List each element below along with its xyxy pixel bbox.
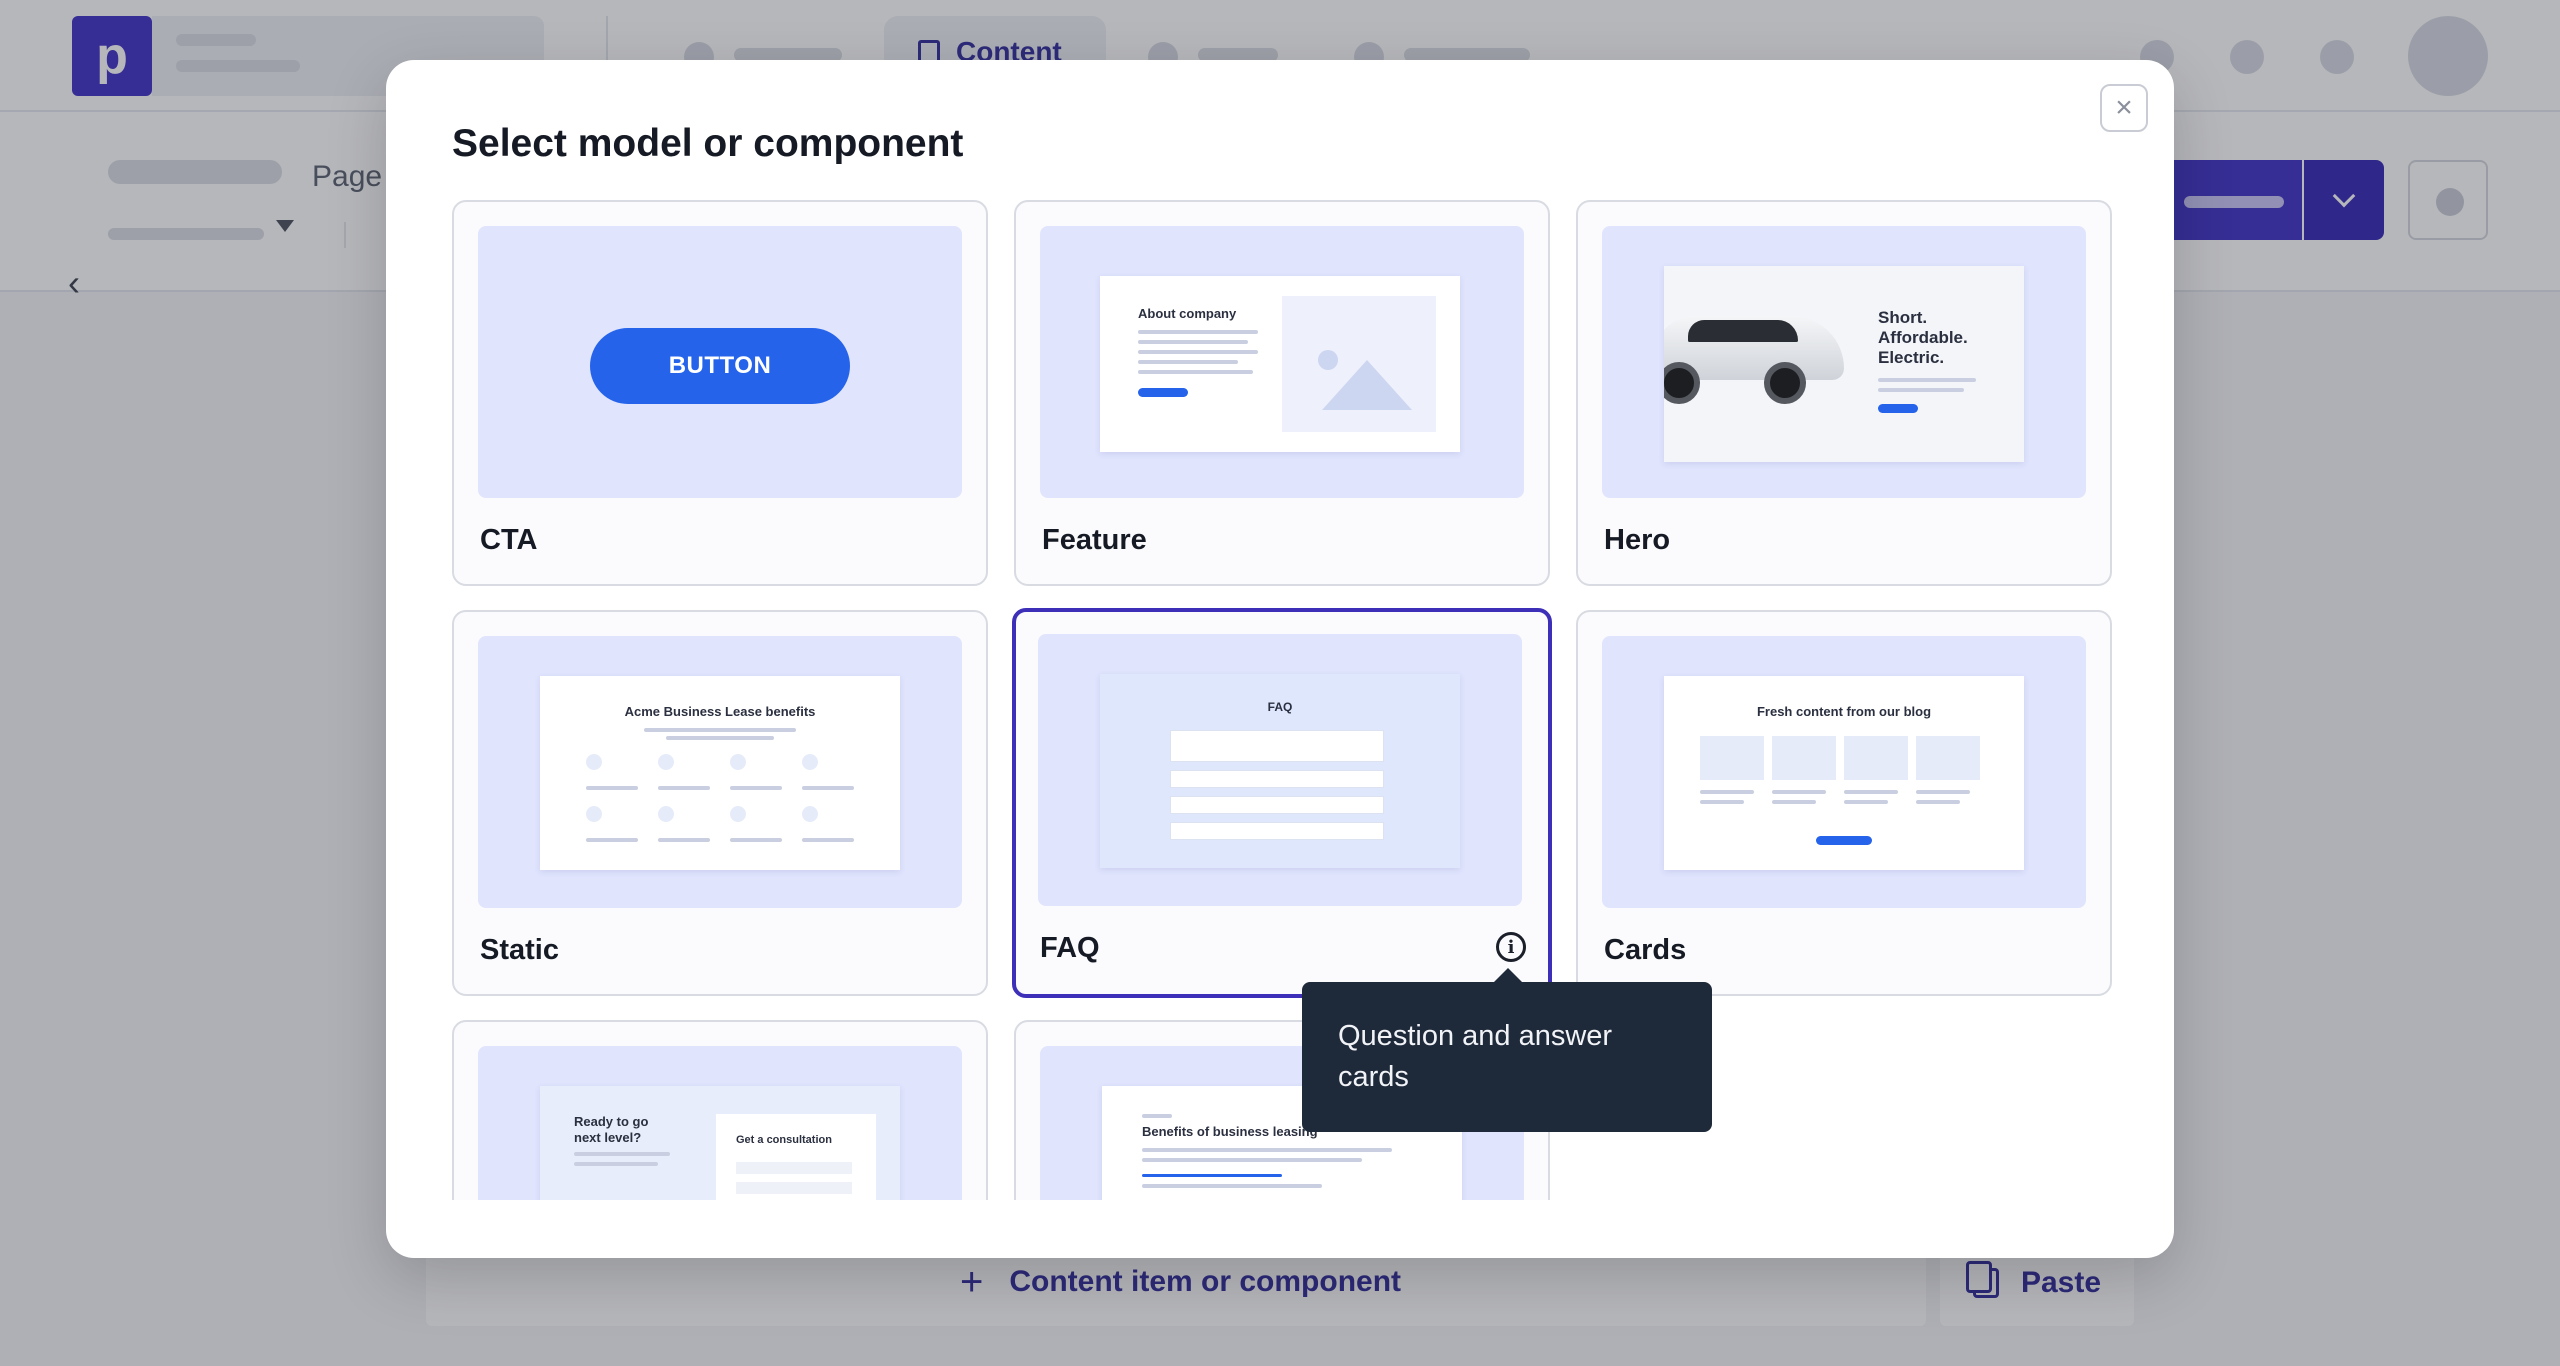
card-label: Feature — [1042, 524, 1147, 556]
preview-page: Short. Affordable. Electric. — [1664, 266, 2024, 462]
card-label: Hero — [1604, 524, 1671, 556]
hero-heading: Short. Affordable. Electric. — [1878, 308, 1968, 367]
preview-page: Ready to go next level? Get a consultati… — [540, 1086, 900, 1200]
close-icon: × — [2115, 91, 2133, 124]
card-label: Static — [480, 934, 559, 966]
card-label: FAQ — [1040, 932, 1100, 964]
preview-page: About company — [1100, 276, 1460, 452]
hero-preview: Short. Affordable. Electric. — [1602, 226, 2086, 498]
select-model-dialog: Select model or component × BUTTON CTA A… — [386, 60, 2174, 1258]
preview-heading: FAQ — [1267, 700, 1293, 714]
preview-page: Acme Business Lease benefits — [540, 676, 900, 870]
cta-preview: BUTTON — [478, 226, 962, 498]
info-icon[interactable]: i — [1496, 932, 1526, 962]
component-card-static[interactable]: Acme Business Lease benefits Static — [452, 610, 988, 996]
preview-heading: Benefits of business leasing — [1142, 1124, 1318, 1139]
preview-page: Fresh content from our blog — [1664, 676, 2024, 870]
preview-heading: Fresh content from our blog — [1756, 704, 1932, 719]
preview-page: FAQ — [1100, 674, 1460, 868]
cta-preview-button: BUTTON — [590, 328, 850, 404]
component-card-faq[interactable]: FAQ FAQ i — [1012, 608, 1552, 998]
card-label: Cards — [1604, 934, 1687, 966]
tooltip: Question and answer cards — [1302, 968, 1712, 1132]
close-button[interactable]: × — [2100, 84, 2148, 132]
preview-heading: Ready to go next level? — [574, 1114, 649, 1145]
component-card-hero[interactable]: Short. Affordable. Electric. Hero — [1576, 200, 2112, 586]
component-card-feature[interactable]: About company Feature — [1014, 200, 1550, 586]
card-label: CTA — [480, 524, 538, 556]
faq-preview: FAQ — [1038, 634, 1522, 906]
static-preview: Acme Business Lease benefits — [478, 636, 962, 908]
component-card-cta[interactable]: BUTTON CTA — [452, 200, 988, 586]
image-placeholder-icon — [1282, 296, 1436, 432]
component-card-contact[interactable]: Ready to go next level? Get a consultati… — [452, 1020, 988, 1200]
tooltip-text: Question and answer cards — [1338, 1020, 1613, 1093]
component-card-cards[interactable]: Fresh content from our blog Cards — [1576, 610, 2112, 996]
feature-preview: About company — [1040, 226, 1524, 498]
preview-heading: About company — [1138, 306, 1237, 321]
cards-preview: Fresh content from our blog — [1602, 636, 2086, 908]
preview-form-title: Get a consultation — [736, 1134, 832, 1146]
contact-preview: Ready to go next level? Get a consultati… — [478, 1046, 962, 1200]
dialog-title: Select model or component — [452, 122, 964, 165]
component-grid: BUTTON CTA About company Feature Short. … — [452, 200, 2112, 1200]
preview-heading: Acme Business Lease benefits — [624, 704, 816, 719]
